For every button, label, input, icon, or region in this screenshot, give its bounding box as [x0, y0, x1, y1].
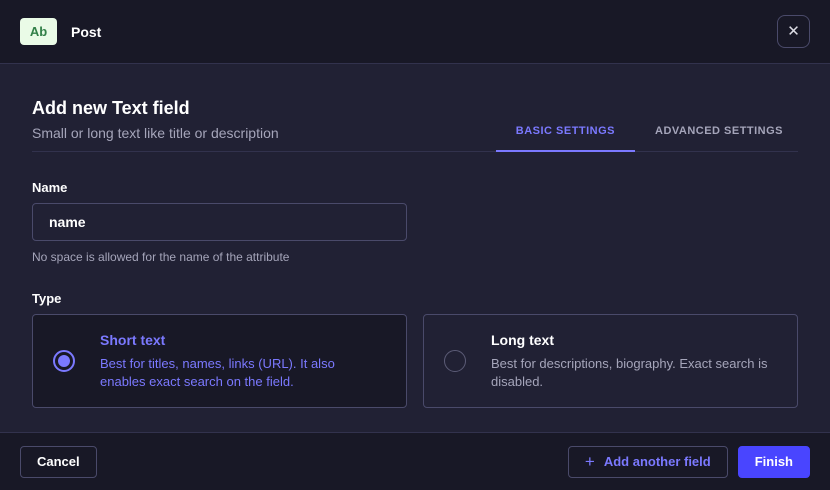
name-label: Name: [32, 180, 798, 195]
dialog-title-row: Add new Text field Small or long text li…: [32, 64, 798, 152]
option-title: Long text: [491, 332, 773, 348]
name-input[interactable]: [32, 203, 407, 241]
settings-tabs: BASIC SETTINGS ADVANCED SETTINGS: [496, 125, 798, 151]
option-text: Long text Best for descriptions, biograp…: [491, 332, 777, 390]
option-card-short-text[interactable]: Short text Best for titles, names, links…: [32, 314, 407, 408]
option-card-long-text[interactable]: Long text Best for descriptions, biograp…: [423, 314, 798, 408]
dialog-subtitle: Small or long text like title or descrip…: [32, 125, 279, 141]
dialog-title: Add new Text field: [32, 98, 279, 119]
finish-button[interactable]: Finish: [738, 446, 810, 478]
modal-header: Ab Post ✕: [0, 0, 830, 64]
option-text: Short text Best for titles, names, links…: [100, 332, 386, 390]
option-description: Best for descriptions, biography. Exact …: [491, 355, 773, 390]
name-helper-text: No space is allowed for the name of the …: [32, 250, 798, 264]
tab-advanced-settings[interactable]: ADVANCED SETTINGS: [635, 125, 798, 151]
modal-footer: Cancel + Add another field Finish: [0, 432, 830, 490]
dialog-heading: Add new Text field Small or long text li…: [32, 98, 279, 151]
option-description: Best for titles, names, links (URL). It …: [100, 355, 382, 390]
text-field-type-badge: Ab: [20, 18, 57, 45]
cancel-button[interactable]: Cancel: [20, 446, 97, 478]
content-type-title: Post: [71, 24, 101, 40]
radio-selected-icon[interactable]: [53, 350, 75, 372]
type-option-cards: Short text Best for titles, names, links…: [32, 314, 798, 408]
close-button[interactable]: ✕: [777, 15, 810, 48]
type-field-group: Type Short text Best for titles, names, …: [32, 291, 798, 408]
footer-actions: + Add another field Finish: [568, 446, 810, 478]
tab-basic-settings[interactable]: BASIC SETTINGS: [496, 125, 635, 151]
option-title: Short text: [100, 332, 382, 348]
name-field-group: Name No space is allowed for the name of…: [32, 180, 798, 264]
radio-unselected-icon[interactable]: [444, 350, 466, 372]
close-icon: ✕: [787, 24, 800, 39]
modal-body: Add new Text field Small or long text li…: [0, 64, 830, 432]
plus-icon: +: [585, 453, 595, 470]
add-another-field-label: Add another field: [604, 454, 711, 469]
type-label: Type: [32, 291, 798, 306]
add-another-field-button[interactable]: + Add another field: [568, 446, 728, 478]
